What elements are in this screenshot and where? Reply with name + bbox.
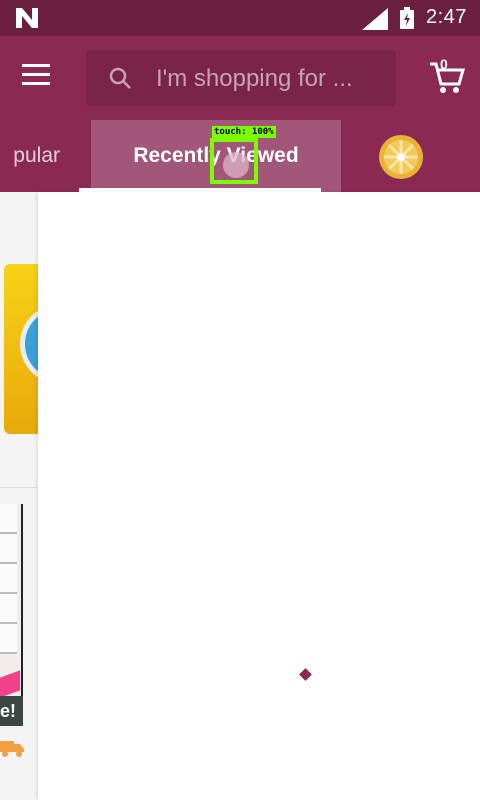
previous-page-peek	[0, 192, 38, 488]
truck-icon	[0, 741, 24, 757]
n-logo-icon	[16, 8, 38, 28]
recently-viewed-panel	[38, 192, 480, 800]
status-time: 2:47	[426, 6, 467, 28]
search-icon	[109, 67, 131, 89]
promo-badge-peek: e!	[0, 696, 23, 726]
menu-button[interactable]	[22, 58, 62, 98]
status-bar: LTE 2:47	[0, 0, 480, 36]
search-placeholder: I'm shopping for ...	[156, 65, 353, 92]
touch-indicator-box	[210, 138, 258, 184]
search-input[interactable]: I'm shopping for ...	[86, 50, 396, 106]
promo-card-peek[interactable]	[4, 264, 38, 434]
product-image-peek[interactable]	[0, 504, 23, 726]
battery-icon	[400, 7, 414, 29]
clock-image	[20, 304, 38, 384]
cart-count-badge: 0	[440, 56, 448, 72]
network-type: LTE	[362, 6, 381, 17]
app-bar: I'm shopping for ... 0	[0, 36, 480, 120]
spin-wheel-icon[interactable]	[378, 134, 424, 180]
tab-popular[interactable]: pular	[0, 120, 60, 192]
content-area: e!	[0, 192, 480, 800]
touch-indicator-label: touch: 100%	[212, 126, 276, 138]
menu-icon	[22, 64, 50, 67]
